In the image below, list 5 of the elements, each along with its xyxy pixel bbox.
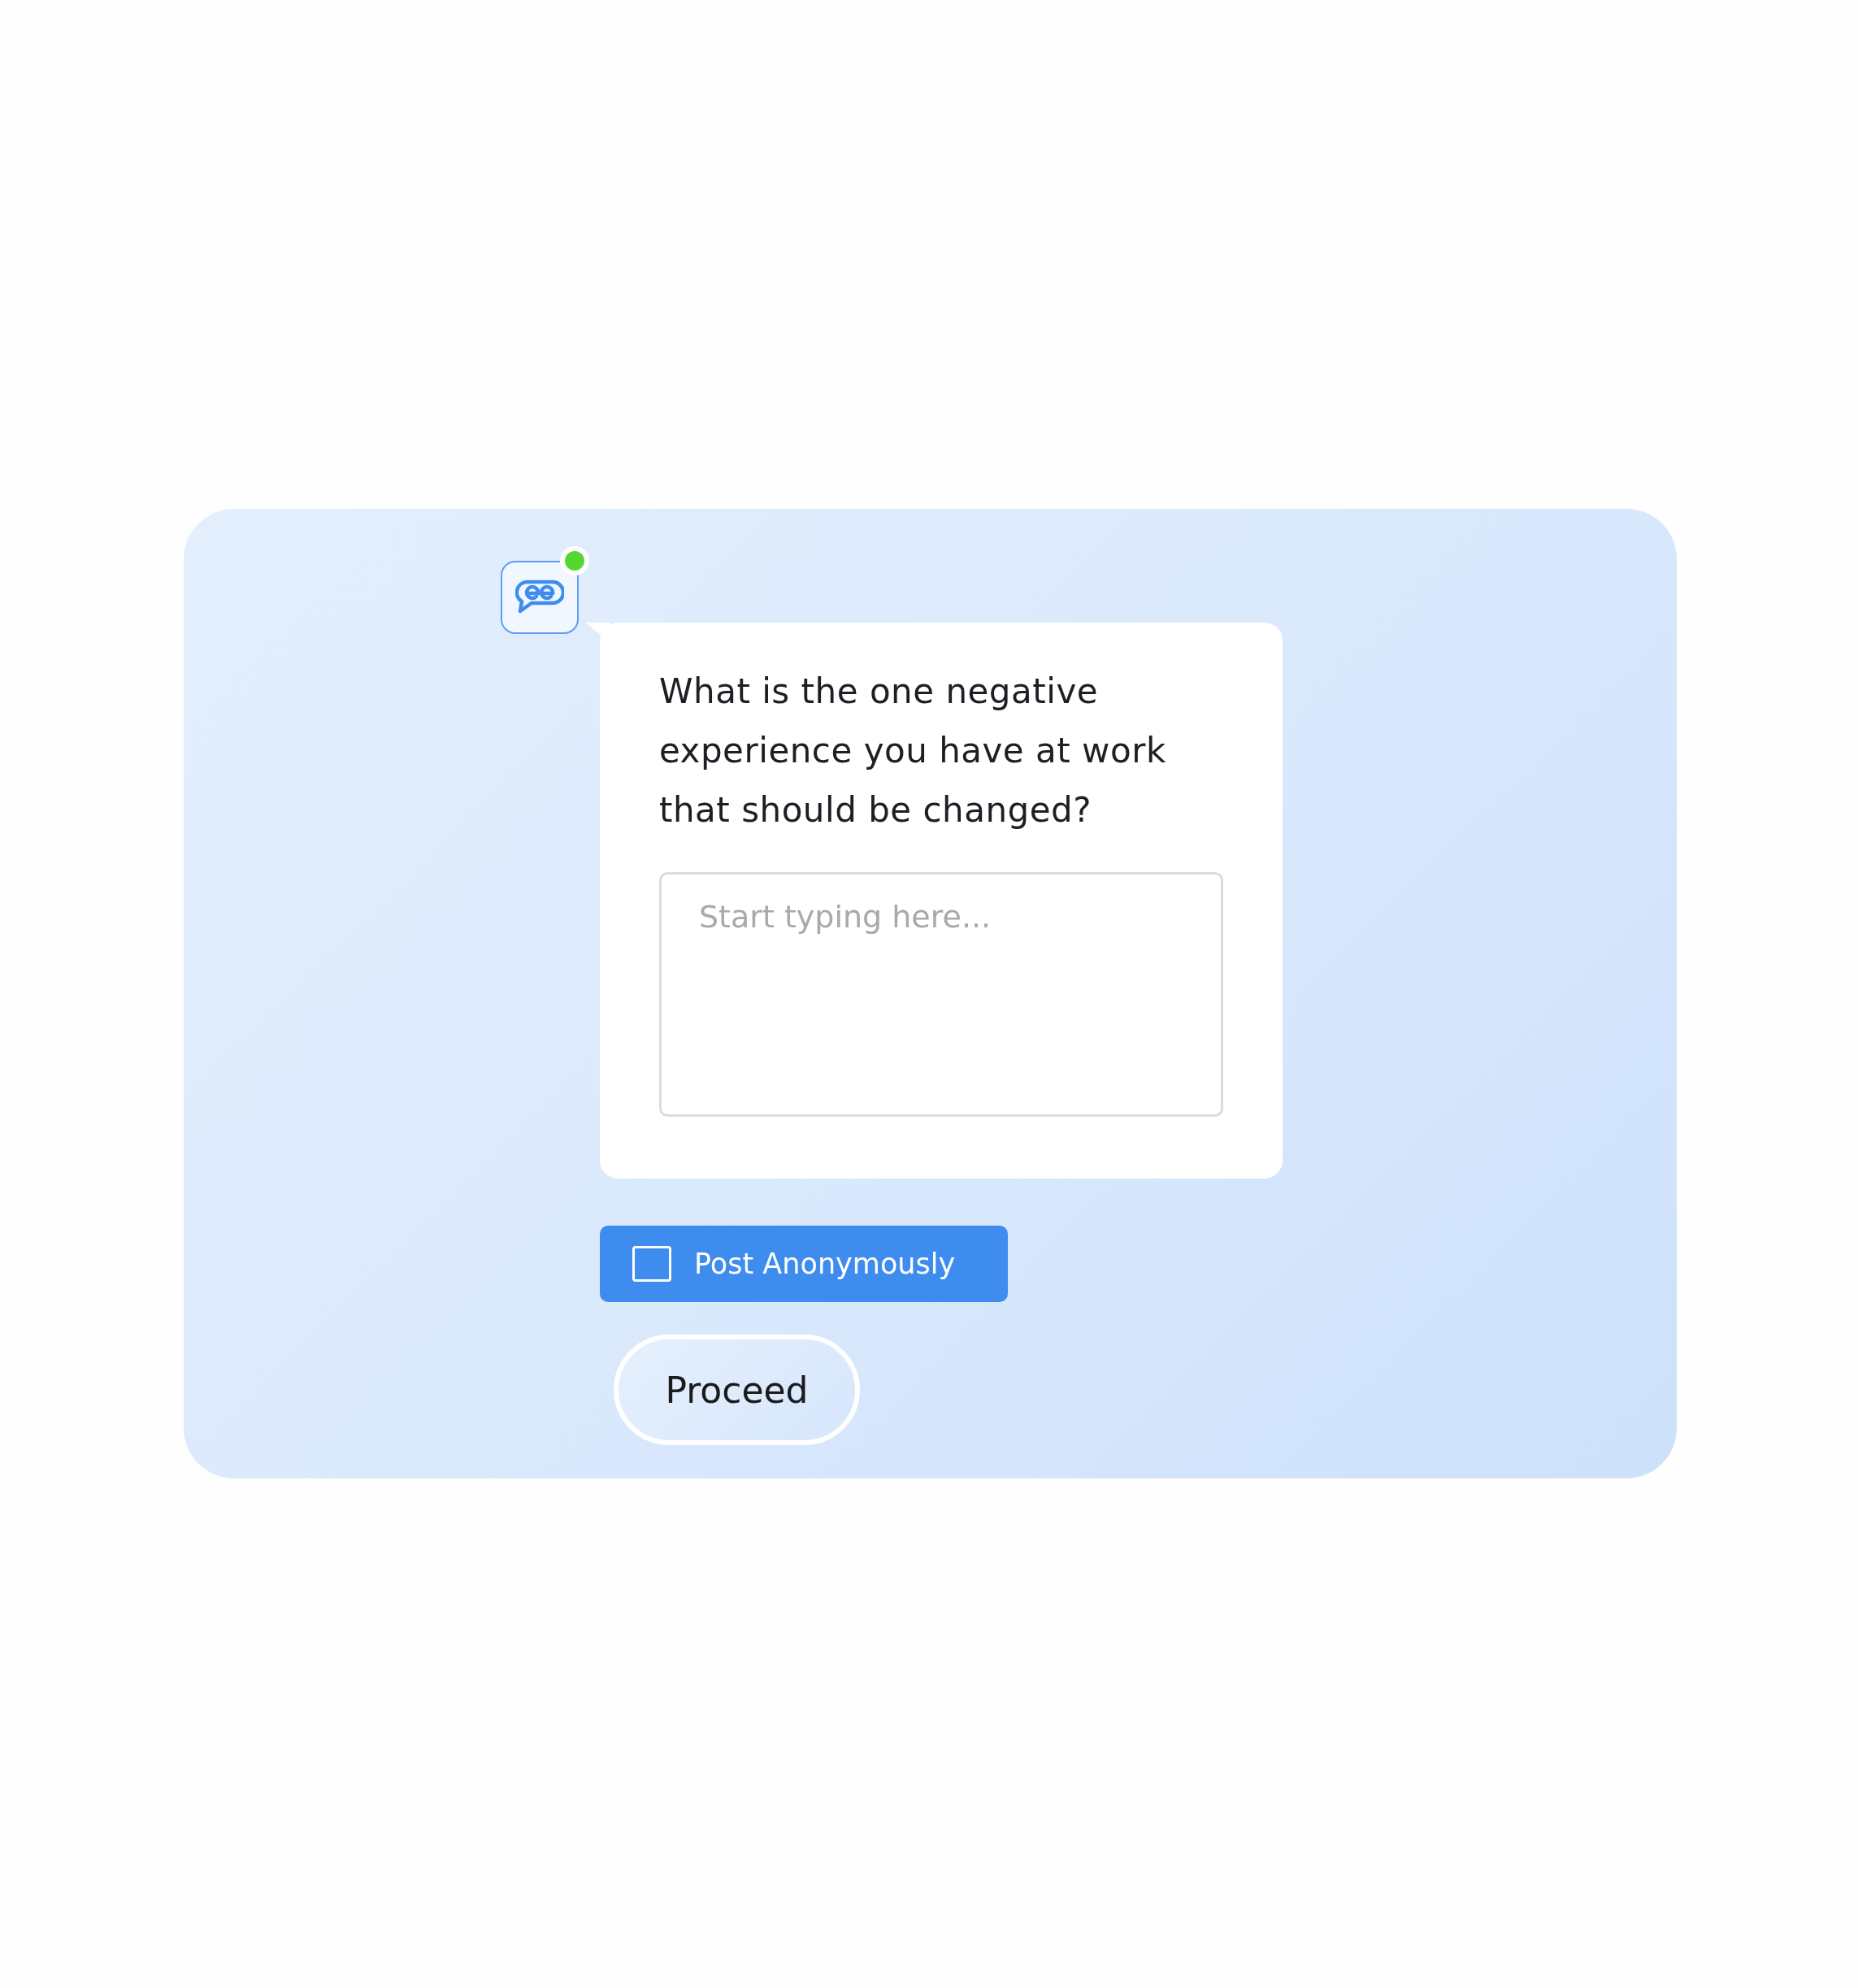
chat-logo-icon [501, 561, 579, 634]
answer-box[interactable]: Start typing here... [659, 872, 1223, 1117]
question-text: What is the one negative experience you have at work that should be changed? [659, 671, 1167, 831]
proceed-button[interactable]: Proceed [614, 1335, 860, 1445]
checkbox[interactable] [632, 1246, 671, 1282]
